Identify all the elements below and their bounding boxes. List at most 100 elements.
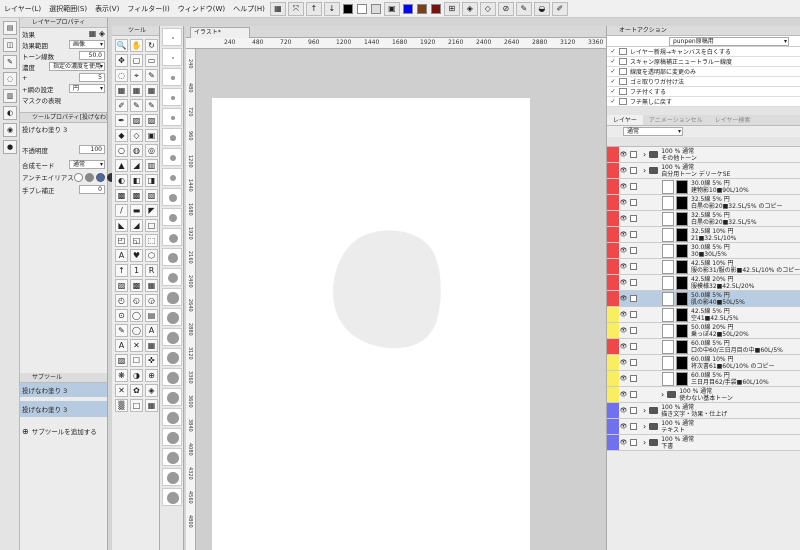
- layer-folder-row[interactable]: 👁 › 100 % 通常 下書: [607, 435, 800, 451]
- eraser-icon[interactable]: ◒: [533, 1, 550, 16]
- eye-icon[interactable]: 👁: [619, 327, 628, 334]
- brush-size-preset[interactable]: [162, 408, 182, 426]
- tool-icon[interactable]: ▢: [130, 54, 143, 67]
- brush-size-preset[interactable]: [162, 208, 182, 226]
- layer-row[interactable]: 👁 60.0線 5% 円口の中60/三日月目の中■60L/5%: [607, 339, 800, 355]
- auto-action-set-dropdown[interactable]: punpen原稿用: [669, 36, 789, 46]
- tool-icon[interactable]: A: [115, 249, 128, 262]
- lock-toggle-icon[interactable]: [630, 359, 637, 366]
- eye-icon[interactable]: 👁: [619, 295, 628, 302]
- tool-icon[interactable]: ◶: [145, 294, 158, 307]
- tool-icon[interactable]: ✎: [130, 99, 143, 112]
- lock-toggle-icon[interactable]: [630, 279, 637, 286]
- tool-icon[interactable]: ✎: [115, 324, 128, 337]
- chevron-right-icon[interactable]: ›: [643, 438, 646, 447]
- tool-icon[interactable]: ▩: [130, 189, 143, 202]
- chevron-right-icon[interactable]: ›: [643, 166, 646, 175]
- dock-info-icon[interactable]: ◉: [3, 123, 17, 137]
- brush-size-preset[interactable]: [162, 248, 182, 266]
- brush-size-preset[interactable]: [162, 448, 182, 466]
- eye-icon[interactable]: 👁: [619, 215, 628, 222]
- lock-toggle-icon[interactable]: [630, 167, 637, 174]
- dock-subtool-icon[interactable]: ▥: [3, 89, 17, 103]
- eye-icon[interactable]: 👁: [619, 183, 628, 190]
- tool-icon[interactable]: ◢: [130, 219, 143, 232]
- tool-icon[interactable]: R: [145, 264, 158, 277]
- tool-icon[interactable]: A: [115, 339, 128, 352]
- check-icon[interactable]: ✓: [607, 68, 619, 75]
- tool-icon[interactable]: ▥: [145, 159, 158, 172]
- tool-icon[interactable]: ▭: [145, 54, 158, 67]
- tool-icon[interactable]: ✐: [115, 99, 128, 112]
- mirror-icon[interactable]: ⊘: [497, 1, 514, 16]
- brush-size-preset[interactable]: [162, 328, 182, 346]
- tool-icon[interactable]: ▩: [115, 189, 128, 202]
- layer-row[interactable]: 👁 30.0線 5% 円建物影10■90L/10%: [607, 179, 800, 195]
- brush-size-preset[interactable]: [162, 388, 182, 406]
- tool-icon[interactable]: ◧: [130, 174, 143, 187]
- eye-icon[interactable]: 👁: [619, 343, 628, 350]
- eye-icon[interactable]: 👁: [619, 391, 628, 398]
- layer-row[interactable]: 👁 32.5線 10% 円 21■32.5L/10%: [607, 227, 800, 243]
- menu-selection[interactable]: 選択範囲(S): [45, 4, 91, 14]
- eye-icon[interactable]: 👁: [619, 359, 628, 366]
- layer-row[interactable]: 👁 42.5線 5% 円空41■42.5L/5%: [607, 307, 800, 323]
- tool-icon[interactable]: ▒: [115, 399, 128, 412]
- document-tab[interactable]: イラスト*: [190, 27, 250, 38]
- tool-icon[interactable]: ◍: [130, 144, 143, 157]
- tool-icon[interactable]: ◤: [145, 204, 158, 217]
- eye-icon[interactable]: 👁: [619, 263, 628, 270]
- shape-dropdown[interactable]: 円: [69, 84, 105, 93]
- tool-icon[interactable]: ✥: [115, 54, 128, 67]
- layer-folder-row[interactable]: 👁 › 100 % 通常 描き文字・効果・仕上げ: [607, 403, 800, 419]
- tool-icon[interactable]: ❋: [115, 369, 128, 382]
- eye-icon[interactable]: 👁: [619, 423, 628, 430]
- lock-toggle-icon[interactable]: [630, 407, 637, 414]
- tool-icon[interactable]: ▨: [115, 354, 128, 367]
- tool-icon[interactable]: ▨: [145, 114, 158, 127]
- tool-icon[interactable]: ✎: [145, 69, 158, 82]
- auto-action-item[interactable]: ✓ フチ付くする: [607, 87, 800, 97]
- tool-icon[interactable]: ◑: [130, 369, 143, 382]
- tool-icon[interactable]: ○: [115, 144, 128, 157]
- tool-icon[interactable]: ▦: [145, 279, 158, 292]
- eye-icon[interactable]: 👁: [619, 151, 628, 158]
- dock-tool-prop-icon[interactable]: ✎: [3, 55, 17, 69]
- auto-action-item[interactable]: ✓ スキャン原稿補正ニュートラルー線度: [607, 57, 800, 67]
- eye-icon[interactable]: 👁: [619, 279, 628, 286]
- subtool-item[interactable]: 投げなわ塗り 3: [20, 401, 107, 417]
- brush-size-preset[interactable]: [162, 188, 182, 206]
- chevron-right-icon[interactable]: ›: [643, 150, 646, 159]
- pen-icon[interactable]: ✎: [515, 1, 532, 16]
- layer-row[interactable]: 👁 50.0線 5% 円肌の影40■50L/5%: [607, 291, 800, 307]
- tool-icon[interactable]: ◇: [130, 129, 143, 142]
- move-up-icon[interactable]: ↑: [305, 1, 322, 16]
- tool-icon[interactable]: ✕: [130, 339, 143, 352]
- tool-icon[interactable]: ⊕: [145, 369, 158, 382]
- lock-toggle-icon[interactable]: [630, 183, 637, 190]
- lock-toggle-icon[interactable]: [630, 199, 637, 206]
- check-icon[interactable]: ✓: [607, 98, 619, 105]
- brush-size-preset[interactable]: [162, 168, 182, 186]
- subtool-group-tab[interactable]: 投げなわ塗り 3: [20, 383, 107, 397]
- color-swatch-black[interactable]: [342, 3, 353, 14]
- lock-toggle-icon[interactable]: [630, 231, 637, 238]
- aa-medium-icon[interactable]: [95, 172, 105, 182]
- layer-blend-dropdown[interactable]: 通常: [623, 127, 683, 136]
- eye-icon[interactable]: 👁: [619, 231, 628, 238]
- density-dropdown[interactable]: 指定の濃度を使用: [48, 62, 105, 71]
- tool-icon[interactable]: ◰: [115, 234, 128, 247]
- color-swatch-blue[interactable]: [402, 3, 413, 14]
- lock-toggle-icon[interactable]: [630, 295, 637, 302]
- tool-icon[interactable]: ◯: [130, 324, 143, 337]
- tone-lines-input[interactable]: 50.0: [79, 51, 105, 60]
- brush-size-preset[interactable]: [162, 268, 182, 286]
- lock-toggle-icon[interactable]: [630, 391, 637, 398]
- aa-weak-icon[interactable]: [84, 172, 94, 182]
- layer-row[interactable]: 👁 42.5線 10% 円服の影31/服の影■42.5L/10% のコピー: [607, 259, 800, 275]
- tool-icon[interactable]: ▦: [115, 84, 128, 97]
- dock-layer-prop-icon[interactable]: ▤: [3, 21, 17, 35]
- tab-layer[interactable]: レイヤー: [607, 115, 643, 125]
- lock-toggle-icon[interactable]: [630, 343, 637, 350]
- tab-layer-search[interactable]: レイヤー検索: [709, 115, 757, 125]
